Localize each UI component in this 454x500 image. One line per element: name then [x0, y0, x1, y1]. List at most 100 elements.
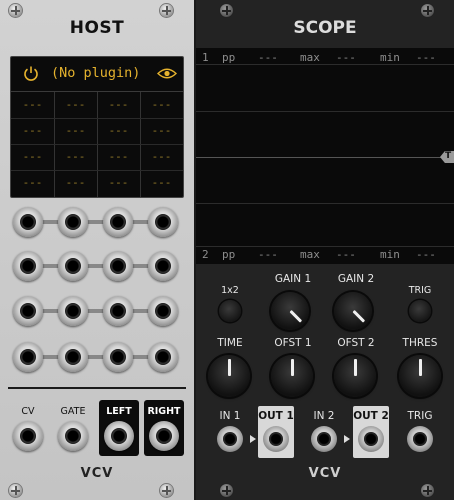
jack-row-link	[28, 355, 163, 359]
knob-indicator	[290, 359, 294, 376]
grid-line	[196, 111, 454, 112]
gain2-knob[interactable]	[334, 292, 372, 330]
ch1-max-label: max	[300, 51, 320, 64]
scope-display[interactable]: 1 pp --- max --- min --- T 2 pp --- max …	[196, 48, 454, 264]
param-jack[interactable]	[148, 207, 178, 237]
trig-in-jack[interactable]	[407, 426, 433, 452]
grid-divider	[11, 144, 183, 145]
left-jack[interactable]	[104, 421, 134, 451]
screw-icon	[160, 4, 173, 17]
param-jack[interactable]	[58, 296, 88, 326]
arrow-right-icon	[344, 435, 350, 443]
param-cell[interactable]: ---	[54, 176, 97, 189]
param-jack[interactable]	[13, 342, 43, 372]
param-cell[interactable]: ---	[97, 176, 140, 189]
param-jack[interactable]	[58, 251, 88, 281]
jack-row-link	[28, 264, 163, 268]
param-cell[interactable]: ---	[11, 124, 54, 137]
param-cell[interactable]: ---	[54, 124, 97, 137]
knob-indicator	[288, 309, 302, 323]
jack-row-link	[28, 220, 163, 224]
ch2-pp-label: pp	[222, 248, 236, 261]
vcv-logo: VCV	[80, 466, 114, 481]
param-jack[interactable]	[148, 296, 178, 326]
param-jack[interactable]	[103, 251, 133, 281]
param-jack[interactable]	[13, 251, 43, 281]
param-jack[interactable]	[103, 296, 133, 326]
param-jack[interactable]	[58, 342, 88, 372]
power-icon[interactable]	[23, 65, 39, 81]
time-label: TIME	[217, 337, 243, 349]
gate-jack[interactable]	[58, 421, 88, 451]
trig-in-label: TRIG	[407, 410, 433, 422]
param-cell[interactable]: ---	[140, 124, 183, 137]
ofst2-knob[interactable]	[334, 355, 376, 397]
plugin-display: (No plugin) --- --- --- --- --- --- --- …	[10, 56, 184, 198]
trig-label: TRIG	[408, 285, 432, 296]
ofst1-knob[interactable]	[271, 355, 313, 397]
param-jack[interactable]	[103, 207, 133, 237]
scope-module: SCOPE 1 pp --- max --- min --- T 2 pp --…	[196, 0, 454, 500]
out1-label: OUT 1	[258, 410, 294, 422]
param-jack[interactable]	[58, 207, 88, 237]
param-jack[interactable]	[13, 207, 43, 237]
ch2-max-value: ---	[336, 248, 356, 261]
param-cell[interactable]: ---	[140, 176, 183, 189]
gain1-label: GAIN 1	[274, 273, 312, 285]
in2-jack[interactable]	[311, 426, 337, 452]
grid-line	[196, 203, 454, 204]
param-cell[interactable]: ---	[54, 98, 97, 111]
in1-jack[interactable]	[217, 426, 243, 452]
param-cell[interactable]: ---	[140, 98, 183, 111]
ch1-pp-label: pp	[222, 51, 236, 64]
eye-icon[interactable]	[157, 67, 177, 80]
screw-icon	[421, 4, 434, 17]
host-title: HOST	[69, 18, 125, 38]
cv-label: CV	[21, 406, 35, 417]
param-jack[interactable]	[103, 342, 133, 372]
out2-jack[interactable]	[358, 426, 384, 452]
param-cell[interactable]: ---	[11, 150, 54, 163]
trigger-marker-label: T	[445, 151, 452, 161]
param-cell[interactable]: ---	[11, 176, 54, 189]
x1x2-label: 1x2	[221, 285, 239, 296]
param-cell[interactable]: ---	[54, 150, 97, 163]
param-cell[interactable]: ---	[97, 98, 140, 111]
screw-icon	[421, 484, 434, 497]
param-jack[interactable]	[13, 296, 43, 326]
thres-knob[interactable]	[399, 355, 441, 397]
grid-divider	[11, 118, 183, 119]
left-output-box: LEFT	[99, 400, 139, 456]
param-jack[interactable]	[148, 342, 178, 372]
out2-panel: OUT 2	[353, 406, 389, 458]
out1-panel: OUT 1	[258, 406, 294, 458]
ch2-min-label: min	[380, 248, 400, 261]
screw-icon	[220, 484, 233, 497]
trigger-marker: T	[440, 151, 454, 163]
param-cell[interactable]: ---	[97, 124, 140, 137]
gate-label: GATE	[60, 406, 86, 417]
x1x2-button[interactable]	[219, 300, 241, 322]
out2-label: OUT 2	[353, 410, 389, 422]
param-cell[interactable]: ---	[11, 98, 54, 111]
cv-jack[interactable]	[13, 421, 43, 451]
param-cell[interactable]: ---	[140, 150, 183, 163]
screw-icon	[160, 484, 173, 497]
time-knob[interactable]	[208, 355, 250, 397]
knob-indicator	[227, 359, 231, 376]
host-module: HOST (No plugin) --- --- --- --- --- ---…	[0, 0, 194, 500]
gain1-knob[interactable]	[271, 292, 309, 330]
ch1-max-value: ---	[336, 51, 356, 64]
plugin-name[interactable]: (No plugin)	[51, 65, 140, 81]
section-divider	[8, 387, 186, 389]
out1-jack[interactable]	[263, 426, 289, 452]
param-cell[interactable]: ---	[97, 150, 140, 163]
gain2-label: GAIN 2	[337, 273, 375, 285]
screw-icon	[9, 484, 22, 497]
grid-line	[196, 64, 454, 65]
trig-button[interactable]	[409, 300, 431, 322]
right-jack[interactable]	[149, 421, 179, 451]
screw-icon	[220, 4, 233, 17]
param-jack[interactable]	[148, 251, 178, 281]
ch2-max-label: max	[300, 248, 320, 261]
